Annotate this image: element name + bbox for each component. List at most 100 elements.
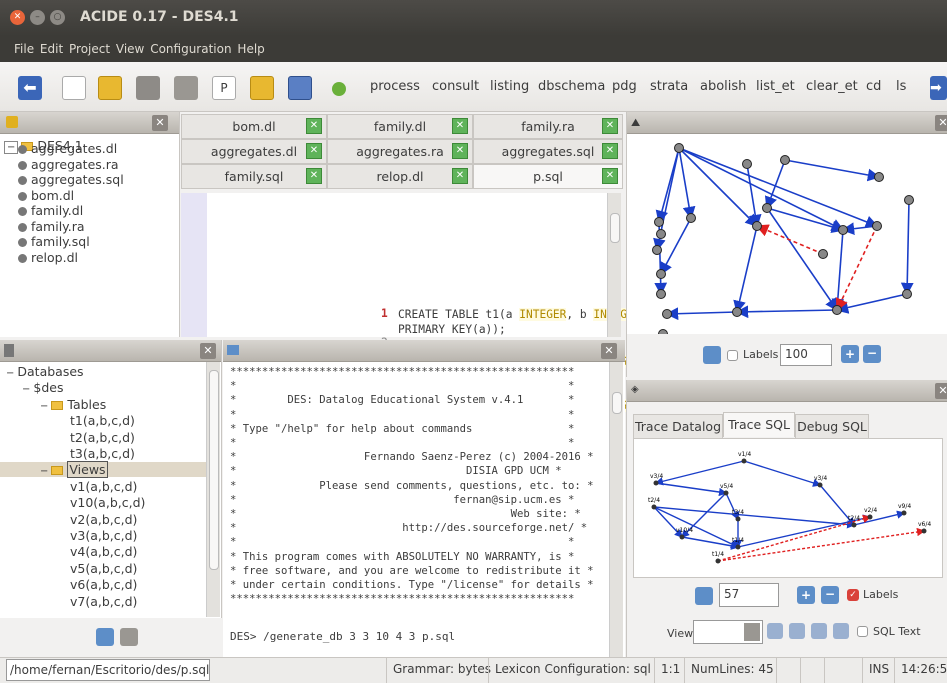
trace-node[interactable] xyxy=(741,458,747,464)
menu-help[interactable]: Help xyxy=(237,36,264,56)
command-clear-et[interactable]: clear_et xyxy=(806,79,858,94)
trace-node[interactable] xyxy=(679,534,685,540)
table-item[interactable]: t1(a,b,c,d) xyxy=(70,413,135,428)
command-cd[interactable]: cd xyxy=(866,79,881,94)
command-consult[interactable]: consult xyxy=(432,79,479,94)
close-icon[interactable]: ✕ xyxy=(935,115,947,131)
menu-edit[interactable]: Edit xyxy=(40,36,63,56)
view-select[interactable] xyxy=(693,620,763,644)
close-tab-icon[interactable]: ✕ xyxy=(602,168,618,184)
file-item[interactable]: family.ra xyxy=(18,219,85,234)
save-all-icon[interactable] xyxy=(174,76,198,100)
close-tab-icon[interactable]: ✕ xyxy=(602,118,618,134)
close-icon[interactable]: ✕ xyxy=(935,383,947,399)
tree-des[interactable]: − $des xyxy=(22,380,63,395)
tab-trace-datalog[interactable]: Trace Datalog xyxy=(633,414,723,439)
command-process[interactable]: process xyxy=(370,79,420,94)
save-project-icon[interactable] xyxy=(288,76,312,100)
maximize-window-icon[interactable]: ○ xyxy=(50,10,65,25)
command-abolish[interactable]: abolish xyxy=(700,79,746,94)
trace-node[interactable] xyxy=(715,558,721,564)
close-tab-icon[interactable]: ✕ xyxy=(306,143,322,159)
trace-labels-checkbox[interactable]: ✓ xyxy=(847,589,859,601)
trace-zoom-input[interactable]: 57 xyxy=(719,583,779,607)
tree-databases[interactable]: − Databases xyxy=(6,364,84,379)
close-tab-icon[interactable]: ✕ xyxy=(452,143,468,159)
view-item[interactable]: v2(a,b,c,d) xyxy=(70,512,137,527)
trace-first-icon[interactable] xyxy=(767,623,783,639)
trace-node[interactable] xyxy=(921,528,927,534)
new-project-icon[interactable]: P xyxy=(212,76,236,100)
forward-arrow-icon[interactable]: ➡ xyxy=(930,76,947,100)
run-icon[interactable] xyxy=(332,82,346,96)
refresh-icon[interactable] xyxy=(703,346,721,364)
tree-tables[interactable]: − Tables xyxy=(40,397,106,412)
close-tab-icon[interactable]: ✕ xyxy=(452,168,468,184)
trace-node[interactable] xyxy=(735,544,741,550)
zoom-out-icon[interactable]: − xyxy=(863,345,881,363)
file-item[interactable]: family.dl xyxy=(18,203,83,218)
command-listing[interactable]: listing xyxy=(490,79,529,94)
tab-family-sql[interactable]: family.sql ✕ xyxy=(181,164,327,189)
console-scrollbar[interactable] xyxy=(609,362,623,657)
labels-checkbox[interactable] xyxy=(727,350,738,361)
trace-node[interactable] xyxy=(651,504,657,510)
zoom-in-icon[interactable]: + xyxy=(841,345,859,363)
tab-trace-sql[interactable]: Trace SQL xyxy=(723,412,795,437)
trace-refresh-icon[interactable] xyxy=(695,587,713,605)
close-tab-icon[interactable]: ✕ xyxy=(452,118,468,134)
trace-node[interactable] xyxy=(867,514,873,520)
refresh-db-icon[interactable] xyxy=(96,628,114,646)
view-item[interactable]: v6(a,b,c,d) xyxy=(70,577,137,592)
dependency-graph[interactable] xyxy=(627,134,947,334)
database-scrollbar[interactable] xyxy=(206,362,220,617)
tab-bom-dl[interactable]: bom.dl ✕ xyxy=(181,114,327,139)
view-item[interactable]: v10(a,b,c,d) xyxy=(70,495,145,510)
tab-family-ra[interactable]: family.ra ✕ xyxy=(473,114,623,139)
table-item[interactable]: t2(a,b,c,d) xyxy=(70,430,135,445)
graph-node[interactable] xyxy=(654,217,664,227)
tab-debug-sql[interactable]: Debug SQL xyxy=(795,414,869,439)
close-tab-icon[interactable]: ✕ xyxy=(602,143,618,159)
command-pdg[interactable]: pdg xyxy=(612,79,637,94)
trace-zoom-in-icon[interactable]: + xyxy=(797,586,815,604)
trace-node[interactable] xyxy=(735,516,741,522)
tab-aggregates-sql[interactable]: aggregates.sql ✕ xyxy=(473,139,623,164)
graph-node[interactable] xyxy=(674,143,684,153)
trace-last-icon[interactable] xyxy=(833,623,849,639)
graph-node[interactable] xyxy=(652,245,662,255)
menu-project[interactable]: Project xyxy=(69,36,110,56)
graph-node[interactable] xyxy=(656,289,666,299)
tab-aggregates-dl[interactable]: aggregates.dl ✕ xyxy=(181,139,327,164)
editor-scroll-thumb[interactable] xyxy=(610,213,620,243)
sql-text-checkbox[interactable] xyxy=(857,626,868,637)
graph-node[interactable] xyxy=(686,213,696,223)
file-item[interactable]: bom.dl xyxy=(18,188,74,203)
command-ls[interactable]: ls xyxy=(896,79,906,94)
graph-node[interactable] xyxy=(832,305,842,315)
save-icon[interactable] xyxy=(136,76,160,100)
trace-node[interactable] xyxy=(851,522,857,528)
open-file-icon[interactable] xyxy=(98,76,122,100)
close-window-icon[interactable]: ✕ xyxy=(10,10,25,25)
back-arrow-icon[interactable]: ⬅ xyxy=(18,76,42,100)
command-list-et[interactable]: list_et xyxy=(756,79,795,94)
file-item[interactable]: family.sql xyxy=(18,234,90,249)
command-strata[interactable]: strata xyxy=(650,79,688,94)
minimize-window-icon[interactable]: – xyxy=(30,10,45,25)
trace-node[interactable] xyxy=(901,510,907,516)
graph-node[interactable] xyxy=(904,195,914,205)
graph-node[interactable] xyxy=(662,309,672,319)
tab-relop-dl[interactable]: relop.dl ✕ xyxy=(327,164,473,189)
view-item[interactable]: v1(a,b,c,d) xyxy=(70,479,137,494)
trace-node[interactable] xyxy=(653,480,659,486)
close-tab-icon[interactable]: ✕ xyxy=(306,168,322,184)
db-settings-icon[interactable] xyxy=(120,628,138,646)
graph-node[interactable] xyxy=(780,155,790,165)
trace-graph[interactable]: v1/4 v3/4 v5/4 v3/4 t2/4 t3/4 v10/4 t1/4 t2/4 v9/… xyxy=(633,438,943,578)
close-tab-icon[interactable]: ✕ xyxy=(306,118,322,134)
graph-node[interactable] xyxy=(762,203,772,213)
file-item[interactable]: aggregates.ra xyxy=(18,157,119,172)
graph-node[interactable] xyxy=(732,307,742,317)
trace-prev-icon[interactable] xyxy=(789,623,805,639)
